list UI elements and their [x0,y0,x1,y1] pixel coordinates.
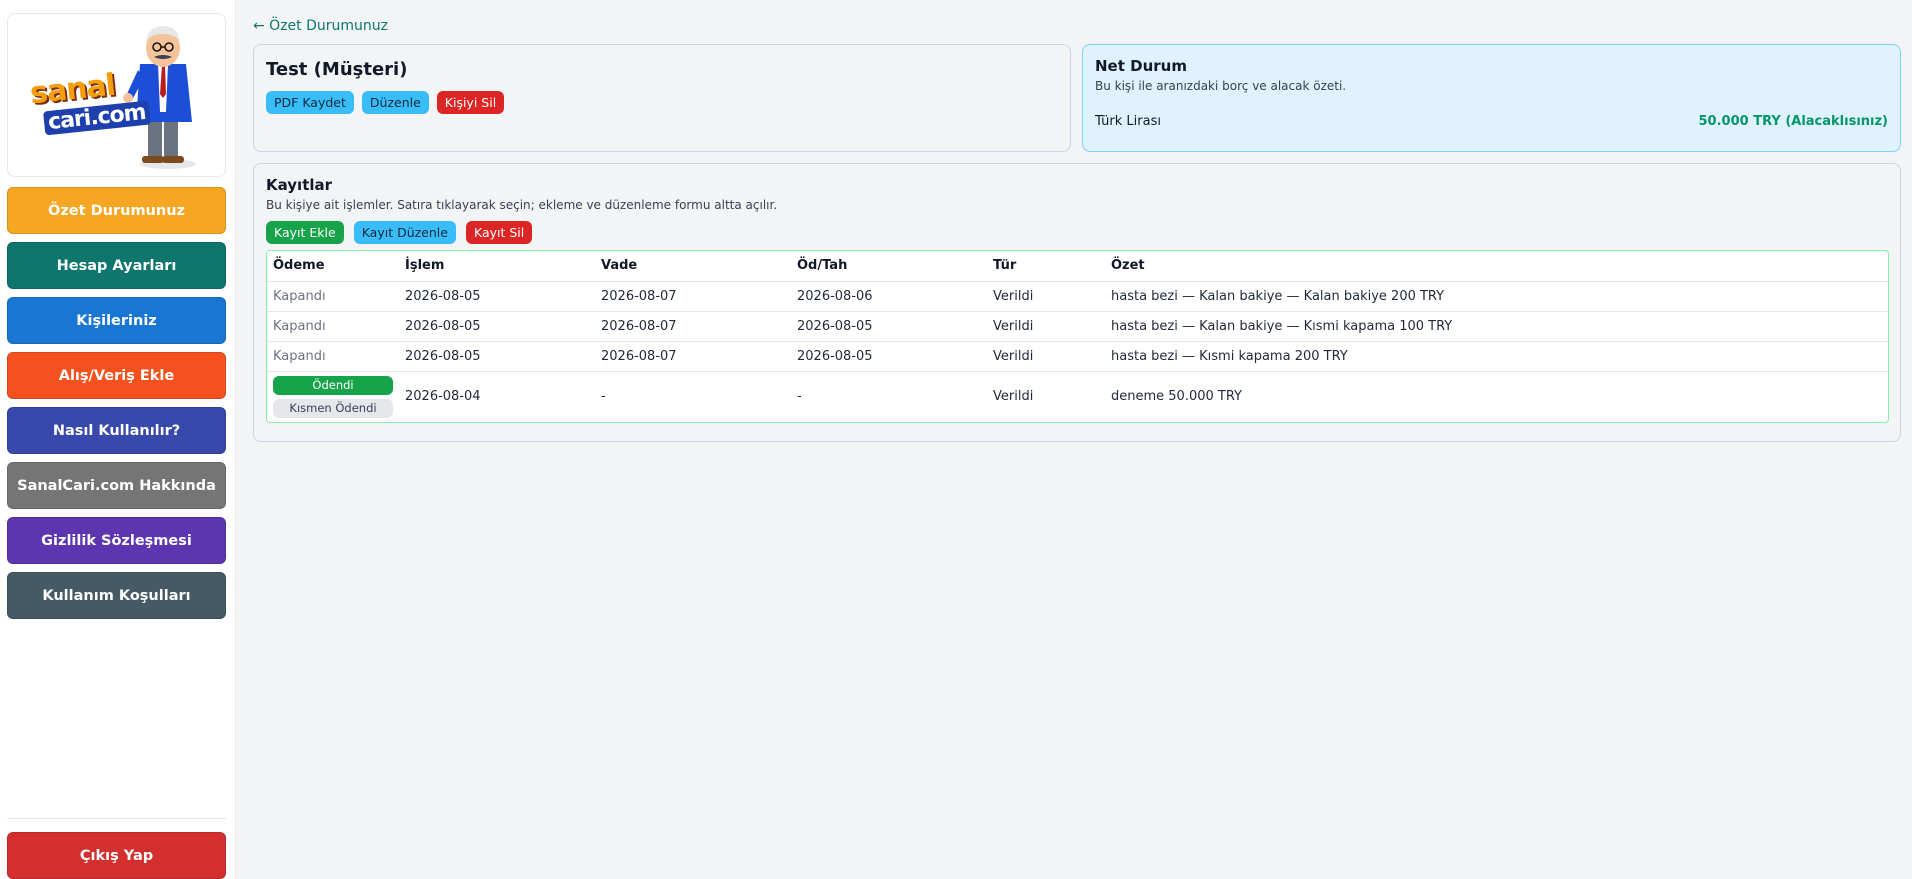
person-title: Test (Müşteri) [266,59,408,80]
nav-hesap-ayarlari[interactable]: Hesap Ayarları [7,242,226,289]
sidebar: sanal cari.com Özet Durumunuz Hesap Ayar… [0,0,236,879]
cell-odtah: 2026-08-05 [791,311,987,342]
col-vade[interactable]: Vade [595,251,791,282]
table-header-row: Ödeme İşlem Vade Öd/Tah Tür Özet [267,251,1888,282]
records-table-wrap: Ödeme İşlem Vade Öd/Tah Tür Özet Kapandı… [266,250,1889,423]
cell-odeme: Kapandı [267,341,399,372]
person-card: Test (Müşteri) PDF Kaydet Düzenle Kişiyi… [253,44,1071,152]
nav-gizlilik[interactable]: Gizlilik Sözleşmesi [7,517,226,564]
nav-alis-veris-ekle[interactable]: Alış/Veriş Ekle [7,352,226,399]
cell-odeme: Kapandı [267,311,399,342]
records-subtitle: Bu kişiye ait işlemler. Satıra tıklayara… [266,198,778,212]
cell-vade: - [601,389,606,405]
records-title: Kayıtlar [266,176,333,194]
status-badge-paid: Ödendi [273,375,393,395]
cell-ozet: hasta bezi — Kısmi kapama 200 TRY [1105,341,1888,372]
col-tur[interactable]: Tür [987,251,1105,282]
cell-islem: 2026-08-05 [399,281,595,312]
nav-ozet-durumunuz[interactable]: Özet Durumunuz [7,187,226,234]
table-row[interactable]: Kapandı 2026-08-05 2026-08-07 2026-08-05… [267,341,1888,372]
cell-islem: 2026-08-05 [399,341,595,372]
cell-tur: Verildi [993,389,1034,405]
records-table: Ödeme İşlem Vade Öd/Tah Tür Özet Kapandı… [267,251,1888,422]
logout-button[interactable]: Çıkış Yap [7,832,226,879]
cell-odtah: 2026-08-05 [791,341,987,372]
cell-islem: 2026-08-04 [405,389,481,405]
logo[interactable]: sanal cari.com [7,13,226,177]
nav-nasil-kullanilir[interactable]: Nasıl Kullanılır? [7,407,226,454]
cell-vade: 2026-08-07 [595,311,791,342]
nav-kullanim-kosullari[interactable]: Kullanım Koşulları [7,572,226,619]
table-row[interactable]: Kapandı 2026-08-05 2026-08-07 2026-08-05… [267,311,1888,342]
sidebar-nav: Özet Durumunuz Hesap Ayarları Kişilerini… [7,187,228,619]
back-link[interactable]: ← Özet Durumunuz [253,16,1901,36]
table-row[interactable]: Ödendi Kısmen Ödendi 2026-08-04 - - Veri… [267,371,1888,422]
cell-ozet: hasta bezi — Kalan bakiye — Kalan bakiye… [1105,281,1888,312]
cell-odtah: 2026-08-06 [791,281,987,312]
cell-tur: Verildi [987,341,1105,372]
cell-islem: 2026-08-05 [399,311,595,342]
edit-person-button[interactable]: Düzenle [361,91,429,114]
cell-odeme: Kapandı [267,281,399,312]
sidebar-divider [7,818,226,819]
cell-odeme: Ödendi Kısmen Ödendi [267,371,399,422]
top-row: Test (Müşteri) PDF Kaydet Düzenle Kişiyi… [253,44,1901,152]
records-card: Kayıtlar Bu kişiye ait işlemler. Satıra … [253,163,1901,442]
col-islem[interactable]: İşlem [399,251,595,282]
net-row: Türk Lirası 50.000 TRY (Alacaklısınız) [1095,114,1888,129]
cell-ozet: hasta bezi — Kalan bakiye — Kısmi kapama… [1105,311,1888,342]
nav-hakkinda[interactable]: SanalCari.com Hakkında [7,462,226,509]
col-odtah[interactable]: Öd/Tah [791,251,987,282]
table-row[interactable]: Kapandı 2026-08-05 2026-08-07 2026-08-06… [267,281,1888,312]
col-odeme[interactable]: Ödeme [267,251,399,282]
net-currency: Türk Lirası [1095,114,1161,129]
status-badge-partial: Kısmen Ödendi [273,398,393,418]
net-status-card: Net Durum Bu kişi ile aranızdaki borç ve… [1082,44,1901,152]
main-content: ← Özet Durumunuz Test (Müşteri) PDF Kayd… [253,16,1901,442]
cell-tur: Verildi [987,281,1105,312]
cell-ozet: deneme 50.000 TRY [1111,389,1242,405]
pdf-save-button[interactable]: PDF Kaydet [266,91,354,114]
nav-kisileriniz[interactable]: Kişileriniz [7,297,226,344]
records-actions: Kayıt Ekle Kayıt Düzenle Kayıt Sil [266,221,1888,244]
person-actions: PDF Kaydet Düzenle Kişiyi Sil [266,91,1058,114]
net-value: 50.000 TRY (Alacaklısınız) [1698,114,1888,129]
cell-tur: Verildi [987,311,1105,342]
add-record-button[interactable]: Kayıt Ekle [266,221,344,244]
cell-vade: 2026-08-07 [595,281,791,312]
logo-text-top: sanal [28,67,117,112]
delete-person-button[interactable]: Kişiyi Sil [436,91,505,114]
col-ozet[interactable]: Özet [1105,251,1888,282]
cell-vade: 2026-08-07 [595,341,791,372]
delete-record-button[interactable]: Kayıt Sil [465,221,533,244]
cell-odtah: - [797,389,802,405]
edit-record-button[interactable]: Kayıt Düzenle [353,221,456,244]
net-title: Net Durum [1095,57,1187,75]
net-subtitle: Bu kişi ile aranızdaki borç ve alacak öz… [1095,79,1347,93]
